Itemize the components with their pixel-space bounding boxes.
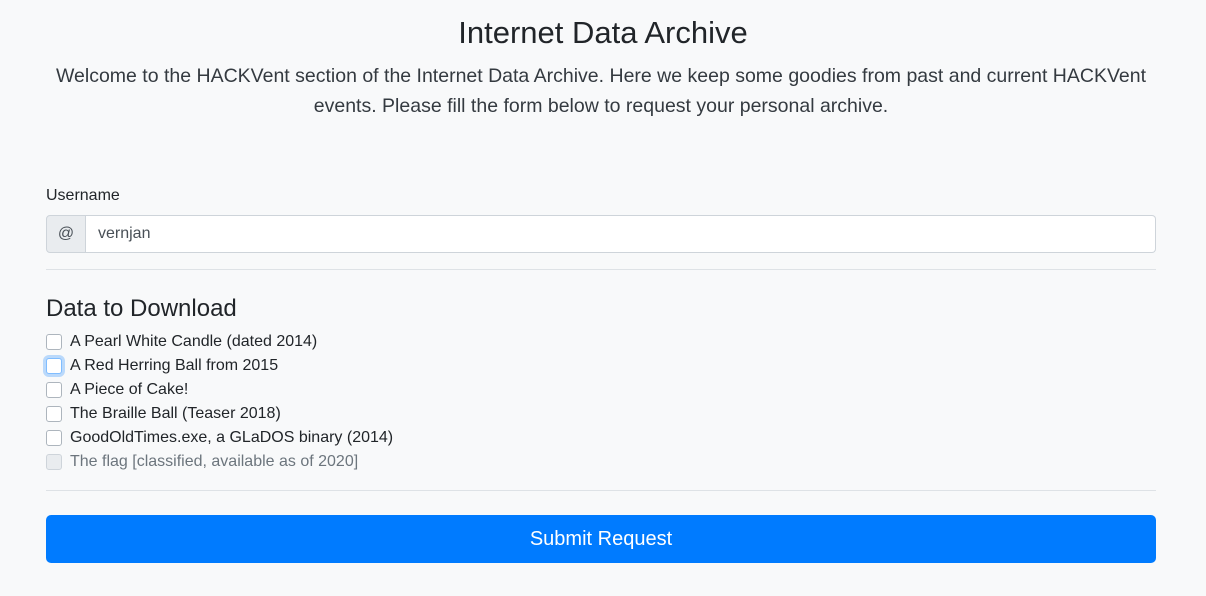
checkbox-label[interactable]: GoodOldTimes.exe, a GLaDOS binary (2014) <box>70 426 393 450</box>
at-prefix: @ <box>46 215 86 253</box>
intro-text: Welcome to the HACKVent section of the I… <box>55 65 1147 117</box>
download-option-braille-ball[interactable]: The Braille Ball (Teaser 2018) <box>46 402 646 426</box>
checkbox-label[interactable]: A Piece of Cake! <box>70 378 188 402</box>
page: Internet Data Archive Welcome to the HAC… <box>0 0 1206 596</box>
checkbox-label[interactable]: The Braille Ball (Teaser 2018) <box>70 402 281 426</box>
download-option-candle[interactable]: A Pearl White Candle (dated 2014) <box>46 330 646 354</box>
submit-request-button[interactable]: Submit Request <box>46 515 1156 563</box>
data-to-download-heading: Data to Download <box>46 295 237 322</box>
checkbox-label[interactable]: A Pearl White Candle (dated 2014) <box>70 330 317 354</box>
checkbox[interactable] <box>46 406 62 422</box>
checkbox[interactable] <box>46 358 62 374</box>
download-option-cake[interactable]: A Piece of Cake! <box>46 378 646 402</box>
checkbox-label: The flag [classified, available as of 20… <box>70 453 359 470</box>
checkbox[interactable] <box>46 430 62 446</box>
checkbox-disabled <box>46 454 62 470</box>
username-input-group: @ <box>46 215 1156 253</box>
page-title: Internet Data Archive <box>458 15 748 50</box>
download-option-glados-binary[interactable]: GoodOldTimes.exe, a GLaDOS binary (2014) <box>46 426 646 450</box>
username-input[interactable] <box>86 215 1156 253</box>
checkbox-label[interactable]: A Red Herring Ball from 2015 <box>70 354 278 378</box>
divider <box>46 490 1156 491</box>
checkbox[interactable] <box>46 334 62 350</box>
divider <box>46 269 1156 270</box>
checkbox[interactable] <box>46 382 62 398</box>
username-label: Username <box>46 187 120 204</box>
download-option-flag: The flag [classified, available as of 20… <box>46 450 646 474</box>
download-options: A Pearl White Candle (dated 2014) A Red … <box>46 330 646 474</box>
download-option-red-herring[interactable]: A Red Herring Ball from 2015 <box>46 354 646 378</box>
